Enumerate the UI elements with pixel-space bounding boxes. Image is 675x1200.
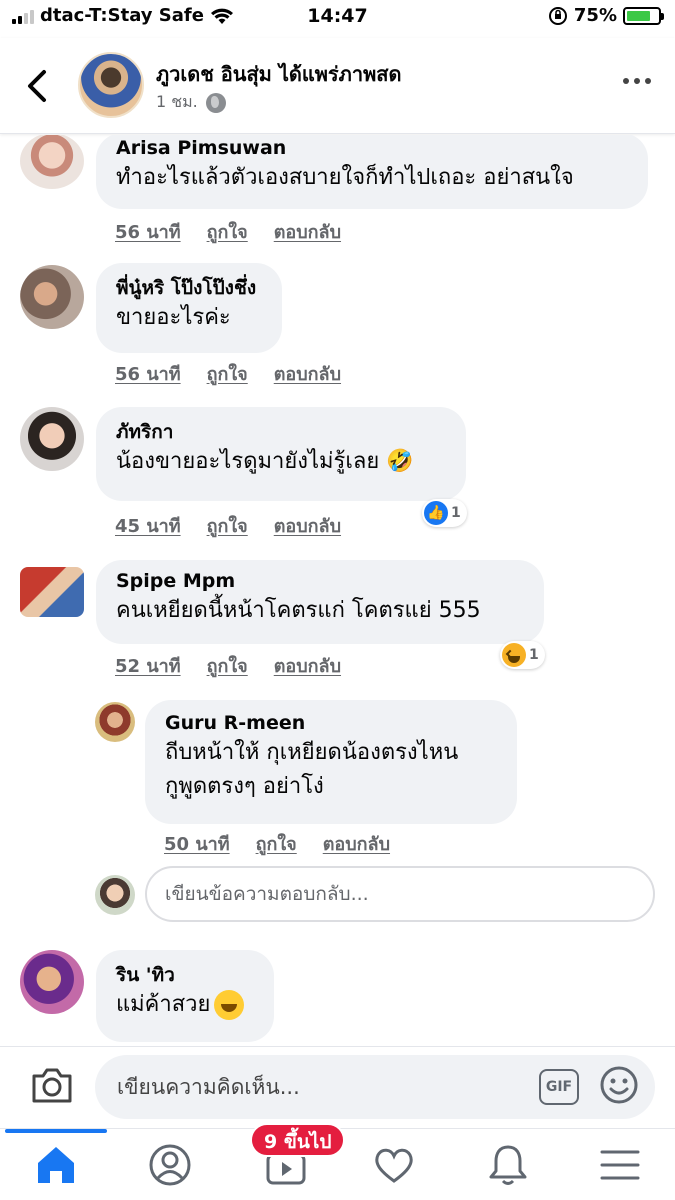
reaction-badge[interactable]: 1 (500, 641, 545, 669)
comment-time[interactable]: 56 นาที (115, 359, 181, 388)
comment-bubble: ริน 'ทิว แม่ค้าสวย (96, 950, 274, 1042)
reaction-count: 1 (529, 647, 539, 663)
status-bar: dtac-T:Stay Safe 14:47 75% (0, 0, 675, 36)
comment-author[interactable]: Arisa Pimsuwan (116, 135, 628, 161)
post-meta: 1 ชม. (156, 90, 226, 115)
avatar[interactable] (20, 950, 84, 1014)
battery-icon (623, 6, 664, 25)
live-video-header: ภูวเดช อินสุ่ม ได้แพร่ภาพสด 1 ชม. (0, 38, 675, 134)
comment-bubble: Arisa Pimsuwan ทำอะไรแล้วตัวเองสบายใจก็ท… (96, 135, 648, 209)
globe-icon (205, 92, 226, 113)
comment-actions: 45 นาที ถูกใจ ตอบกลับ (115, 511, 341, 540)
dating-heart-icon[interactable] (370, 1141, 418, 1189)
more-dots-icon[interactable] (623, 78, 651, 84)
camera-icon[interactable] (30, 1065, 74, 1105)
comment-actions: 52 นาที ถูกใจ ตอบกลับ (115, 651, 341, 680)
comment-actions: 50 นาที ถูกใจ ตอบกลับ (164, 829, 390, 858)
reply-link[interactable]: ตอบกลับ (274, 217, 341, 246)
battery-group: 75% (548, 5, 664, 26)
reply-link[interactable]: ตอบกลับ (274, 651, 341, 680)
battery-percent: 75% (573, 5, 617, 26)
comment-text: คนเหยียดนี้หน้าโคตรแก่ โคตรแย่ 555 (116, 598, 481, 623)
avatar[interactable] (20, 135, 84, 189)
like-link[interactable]: ถูกใจ (256, 829, 297, 858)
comment-time[interactable]: 50 นาที (164, 829, 230, 858)
comment-time[interactable]: 45 นาที (115, 511, 181, 540)
grinning-emoji-icon (214, 990, 245, 1020)
haha-reaction-icon (502, 643, 526, 667)
avatar[interactable] (20, 407, 84, 471)
reply-link[interactable]: ตอบกลับ (274, 511, 341, 540)
smiley-icon[interactable] (599, 1065, 639, 1105)
comment-author[interactable]: Spipe Mpm (116, 568, 524, 594)
like-link[interactable]: ถูกใจ (207, 651, 248, 680)
comment-time[interactable]: 56 นาที (115, 217, 181, 246)
my-avatar (95, 875, 135, 915)
comment-text: ทำอะไรแล้วตัวเองสบายใจก็ทำไปเถอะ อย่าสนใ… (116, 165, 574, 190)
comment-bubble: Spipe Mpm คนเหยียดนี้หน้าโคตรแก่ โคตรแย่… (96, 560, 544, 644)
home-icon[interactable] (32, 1141, 80, 1189)
avatar[interactable] (20, 567, 84, 617)
comment-time[interactable]: 52 นาที (115, 651, 181, 680)
reply-input[interactable]: เขียนข้อความตอบกลับ... (145, 866, 655, 922)
avatar[interactable] (95, 702, 135, 742)
chevron-left-icon[interactable] (22, 66, 54, 106)
orientation-lock-icon (548, 6, 567, 25)
comment-author[interactable]: พี่นู๋หริ โป๊งโป๊งชึ่ง (116, 275, 262, 301)
post-time: 1 ชม. (156, 92, 198, 111)
bottom-tab-bar: 9 ขึ้นไป (0, 1123, 675, 1200)
notifications-bell-icon[interactable] (484, 1141, 532, 1189)
comment-author[interactable]: ภัทริกา (116, 419, 446, 445)
comment-bubble: ภัทริกา น้องขายอะไรดูมายังไม่รู้เลย 🤣 (96, 407, 466, 501)
avatar[interactable] (20, 265, 84, 329)
comment-actions: 56 นาที ถูกใจ ตอบกลับ (115, 359, 341, 388)
reply-bubble: Guru R-meen ถีบหน้าให้ กุเหยียดน้องตรงไห… (145, 700, 517, 824)
comment-author[interactable]: Guru R-meen (165, 710, 497, 736)
like-link[interactable]: ถูกใจ (207, 217, 248, 246)
reply-link[interactable]: ตอบกลับ (274, 359, 341, 388)
notification-badge[interactable]: 9 ขึ้นไป (250, 1123, 346, 1157)
profile-icon[interactable] (146, 1141, 194, 1189)
like-link[interactable]: ถูกใจ (207, 359, 248, 388)
comment-bubble: พี่นู๋หริ โป๊งโป๊งชึ่ง ขายอะไรค่ะ (96, 263, 282, 353)
comments-feed[interactable]: Arisa Pimsuwan ทำอะไรแล้วตัวเองสบายใจก็ท… (0, 135, 675, 1045)
comment-text: น้องขายอะไรดูมายังไม่รู้เลย 🤣 (116, 449, 414, 474)
reaction-count: 1 (451, 505, 461, 521)
gif-button[interactable]: GIF (539, 1069, 579, 1105)
comment-text: แม่ค้าสวย (116, 992, 211, 1017)
comment-input-placeholder: เขียนความคิดเห็น... (117, 1074, 300, 1099)
comment-text-line: ถีบหน้าให้ กุเหยียดน้องตรงไหน (165, 740, 459, 765)
comment-actions: 56 นาที ถูกใจ ตอบกลับ (115, 217, 341, 246)
reply-link[interactable]: ตอบกลับ (323, 829, 390, 858)
reaction-badge[interactable]: 👍 1 (422, 499, 467, 527)
like-link[interactable]: ถูกใจ (207, 511, 248, 540)
comment-text-row: แม่ค้าสวย (116, 988, 254, 1022)
reply-input-placeholder: เขียนข้อความตอบกลับ... (165, 883, 369, 905)
like-reaction-icon: 👍 (424, 501, 448, 525)
comment-text-line: กูพูดตรงๆ อย่าโง่ (165, 774, 324, 799)
comment-author[interactable]: ริน 'ทิว (116, 962, 254, 988)
comment-composer: เขียนความคิดเห็น... GIF (0, 1046, 675, 1128)
poster-avatar[interactable] (78, 52, 144, 118)
comment-text: ขายอะไรค่ะ (116, 305, 231, 330)
poster-name[interactable]: ภูวเดช อินสุ่ม ได้แพร่ภาพสด (156, 58, 401, 90)
menu-icon[interactable] (596, 1141, 644, 1189)
active-tab-indicator (5, 1129, 107, 1133)
